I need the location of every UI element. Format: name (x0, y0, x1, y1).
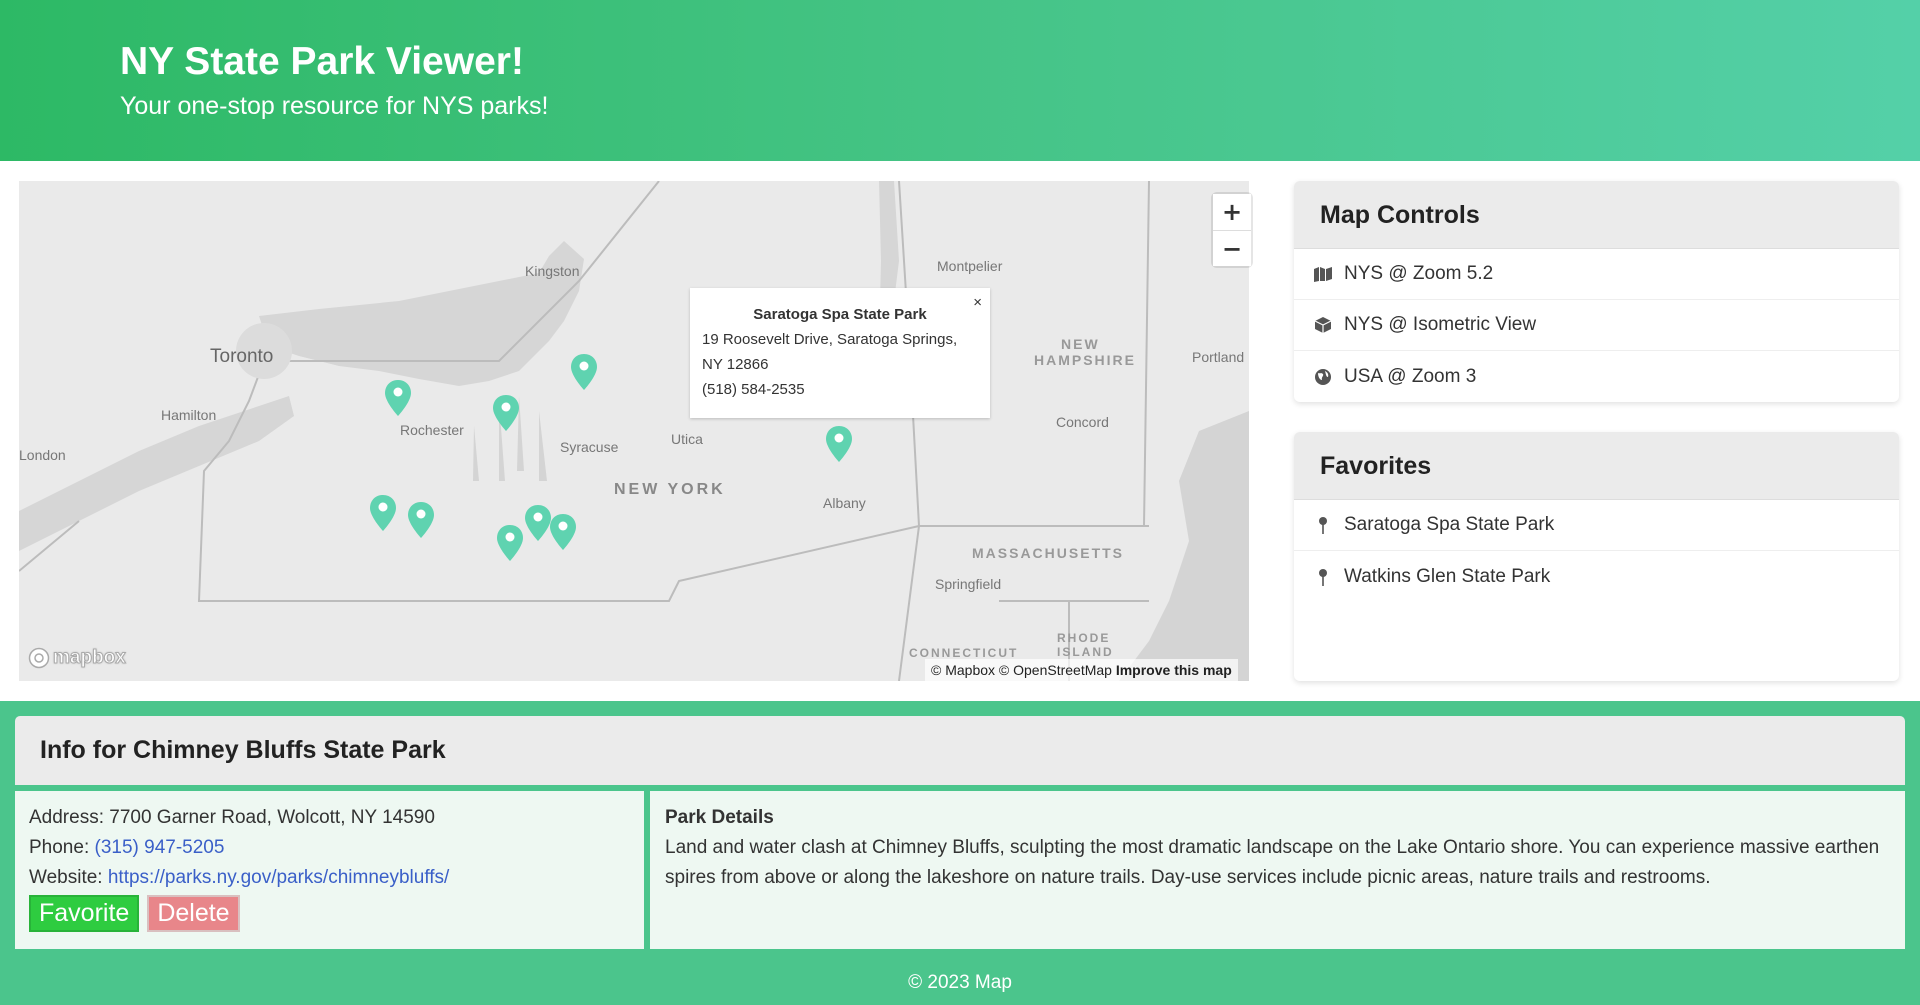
favorites-title: Favorites (1294, 432, 1899, 500)
park-marker-saratoga[interactable] (825, 425, 853, 463)
map-label-kingston: Kingston (525, 263, 580, 279)
park-marker[interactable] (492, 394, 520, 432)
park-details-title: Park Details (665, 807, 774, 828)
control-nys-isometric[interactable]: NYS @ Isometric View (1294, 300, 1899, 351)
pin-icon (1314, 568, 1332, 586)
control-label: USA @ Zoom 3 (1344, 365, 1477, 387)
park-address-row: Address: 7700 Garner Road, Wolcott, NY 1… (29, 803, 630, 833)
attribution-text[interactable]: © Mapbox © OpenStreetMap (931, 662, 1112, 678)
park-details-panel: Park Details Land and water clash at Chi… (650, 791, 1905, 949)
park-website-row: Website: https://parks.ny.gov/parks/chim… (29, 863, 630, 893)
park-info-panel: Info for Chimney Bluffs State Park Addre… (15, 716, 1905, 949)
map-label-portland: Portland (1192, 349, 1245, 365)
footer-text: © 2023 Map (908, 972, 1012, 993)
popup-title: Saratoga Spa State Park (753, 306, 927, 323)
map-label-massachusetts: MASSACHUSETTS (972, 545, 1125, 561)
map-label-montpelier: Montpelier (937, 258, 1003, 274)
pin-icon (1314, 516, 1332, 534)
map-label-concord: Concord (1056, 414, 1109, 430)
popup-close-button[interactable]: × (973, 290, 982, 315)
globe-icon (1314, 368, 1332, 386)
park-marker[interactable] (369, 494, 397, 532)
page-subtitle: Your one-stop resource for NYS parks! (120, 92, 549, 120)
park-details-text: Land and water clash at Chimney Bluffs, … (665, 837, 1880, 888)
popup-address-line1: 19 Roosevelt Drive, Saratoga Springs, (702, 331, 958, 348)
map-popup: × Saratoga Spa State Park 19 Roosevelt D… (690, 288, 990, 418)
park-info-title: Info for Chimney Bluffs State Park (15, 716, 1905, 785)
map-canvas[interactable]: Toronto Hamilton London Kingston Rochest… (19, 181, 1249, 681)
favorite-label: Saratoga Spa State Park (1344, 514, 1555, 535)
mapbox-logo[interactable]: mapbox (28, 647, 126, 669)
address-value: 7700 Garner Road, Wolcott, NY 14590 (109, 807, 435, 828)
map-label-springfield: Springfield (935, 576, 1002, 592)
favorite-item-saratoga[interactable]: Saratoga Spa State Park (1294, 500, 1899, 551)
popup-phone: (518) 584-2535 (702, 381, 805, 398)
map-basemap (19, 181, 1249, 681)
map-label-connecticut: CONNECTICUT (909, 646, 1019, 660)
park-phone-row: Phone: (315) 947-5205 (29, 833, 630, 863)
favorite-item-watkins-glen[interactable]: Watkins Glen State Park (1294, 551, 1899, 602)
map-label-utica: Utica (671, 431, 703, 447)
park-marker[interactable] (384, 379, 412, 417)
park-marker[interactable] (549, 513, 577, 551)
map-label-rhode-1: RHODE (1057, 631, 1111, 645)
map-label-new-york: NEW YORK (614, 481, 726, 498)
map-label-new-hampshire-1: NEW (1061, 336, 1100, 352)
favorite-label: Watkins Glen State Park (1344, 565, 1551, 587)
improve-map-link[interactable]: Improve this map (1116, 662, 1232, 678)
control-label: NYS @ Zoom 5.2 (1344, 263, 1494, 284)
control-label: NYS @ Isometric View (1344, 314, 1537, 335)
phone-label: Phone: (29, 837, 90, 858)
park-action-buttons: Favorite Delete (29, 895, 630, 932)
page-title: NY State Park Viewer! (120, 40, 524, 83)
delete-button[interactable]: Delete (147, 895, 240, 932)
map-label-toronto: Toronto (210, 346, 274, 367)
favorite-button[interactable]: Favorite (29, 895, 140, 932)
map-label-new-hampshire-2: HAMPSHIRE (1034, 352, 1137, 368)
map-controls-title: Map Controls (1294, 181, 1899, 249)
address-label: Address: (29, 807, 104, 828)
control-usa-zoom[interactable]: USA @ Zoom 3 (1294, 351, 1899, 402)
zoom-out-button[interactable]: − (1213, 230, 1251, 266)
park-marker[interactable] (407, 501, 435, 539)
phone-link[interactable]: (315) 947-5205 (95, 837, 225, 858)
map-label-rhode-2: ISLAND (1057, 645, 1114, 659)
map-label-london: London (19, 447, 66, 463)
park-marker[interactable] (524, 504, 552, 542)
park-marker[interactable] (496, 524, 524, 562)
cube-icon (1314, 316, 1332, 334)
map-label-albany: Albany (823, 495, 866, 511)
page-header: NY State Park Viewer! Your one-stop reso… (0, 0, 1920, 161)
map-controls-card: Map Controls NYS @ Zoom 5.2 NYS @ Isomet… (1294, 181, 1899, 402)
map-label-syracuse: Syracuse (560, 439, 619, 455)
control-nys-zoom[interactable]: NYS @ Zoom 5.2 (1294, 249, 1899, 300)
website-link[interactable]: https://parks.ny.gov/parks/chimneybluffs… (108, 867, 449, 888)
map-label-rochester: Rochester (400, 422, 464, 438)
zoom-in-button[interactable]: + (1213, 194, 1251, 230)
website-label: Website: (29, 867, 103, 888)
park-contact-panel: Address: 7700 Garner Road, Wolcott, NY 1… (15, 791, 644, 949)
map-label-hamilton: Hamilton (161, 407, 217, 423)
park-marker[interactable] (570, 353, 598, 391)
zoom-control: + − (1213, 194, 1251, 266)
mapbox-logo-icon (28, 647, 50, 669)
popup-address-line2: NY 12866 (702, 356, 769, 373)
mapbox-logo-text: mapbox (53, 647, 127, 669)
map-icon (1314, 265, 1332, 283)
map-attribution: © Mapbox © OpenStreetMap Improve this ma… (925, 659, 1238, 681)
favorites-card: Favorites Saratoga Spa State Park Watkin… (1294, 432, 1899, 681)
